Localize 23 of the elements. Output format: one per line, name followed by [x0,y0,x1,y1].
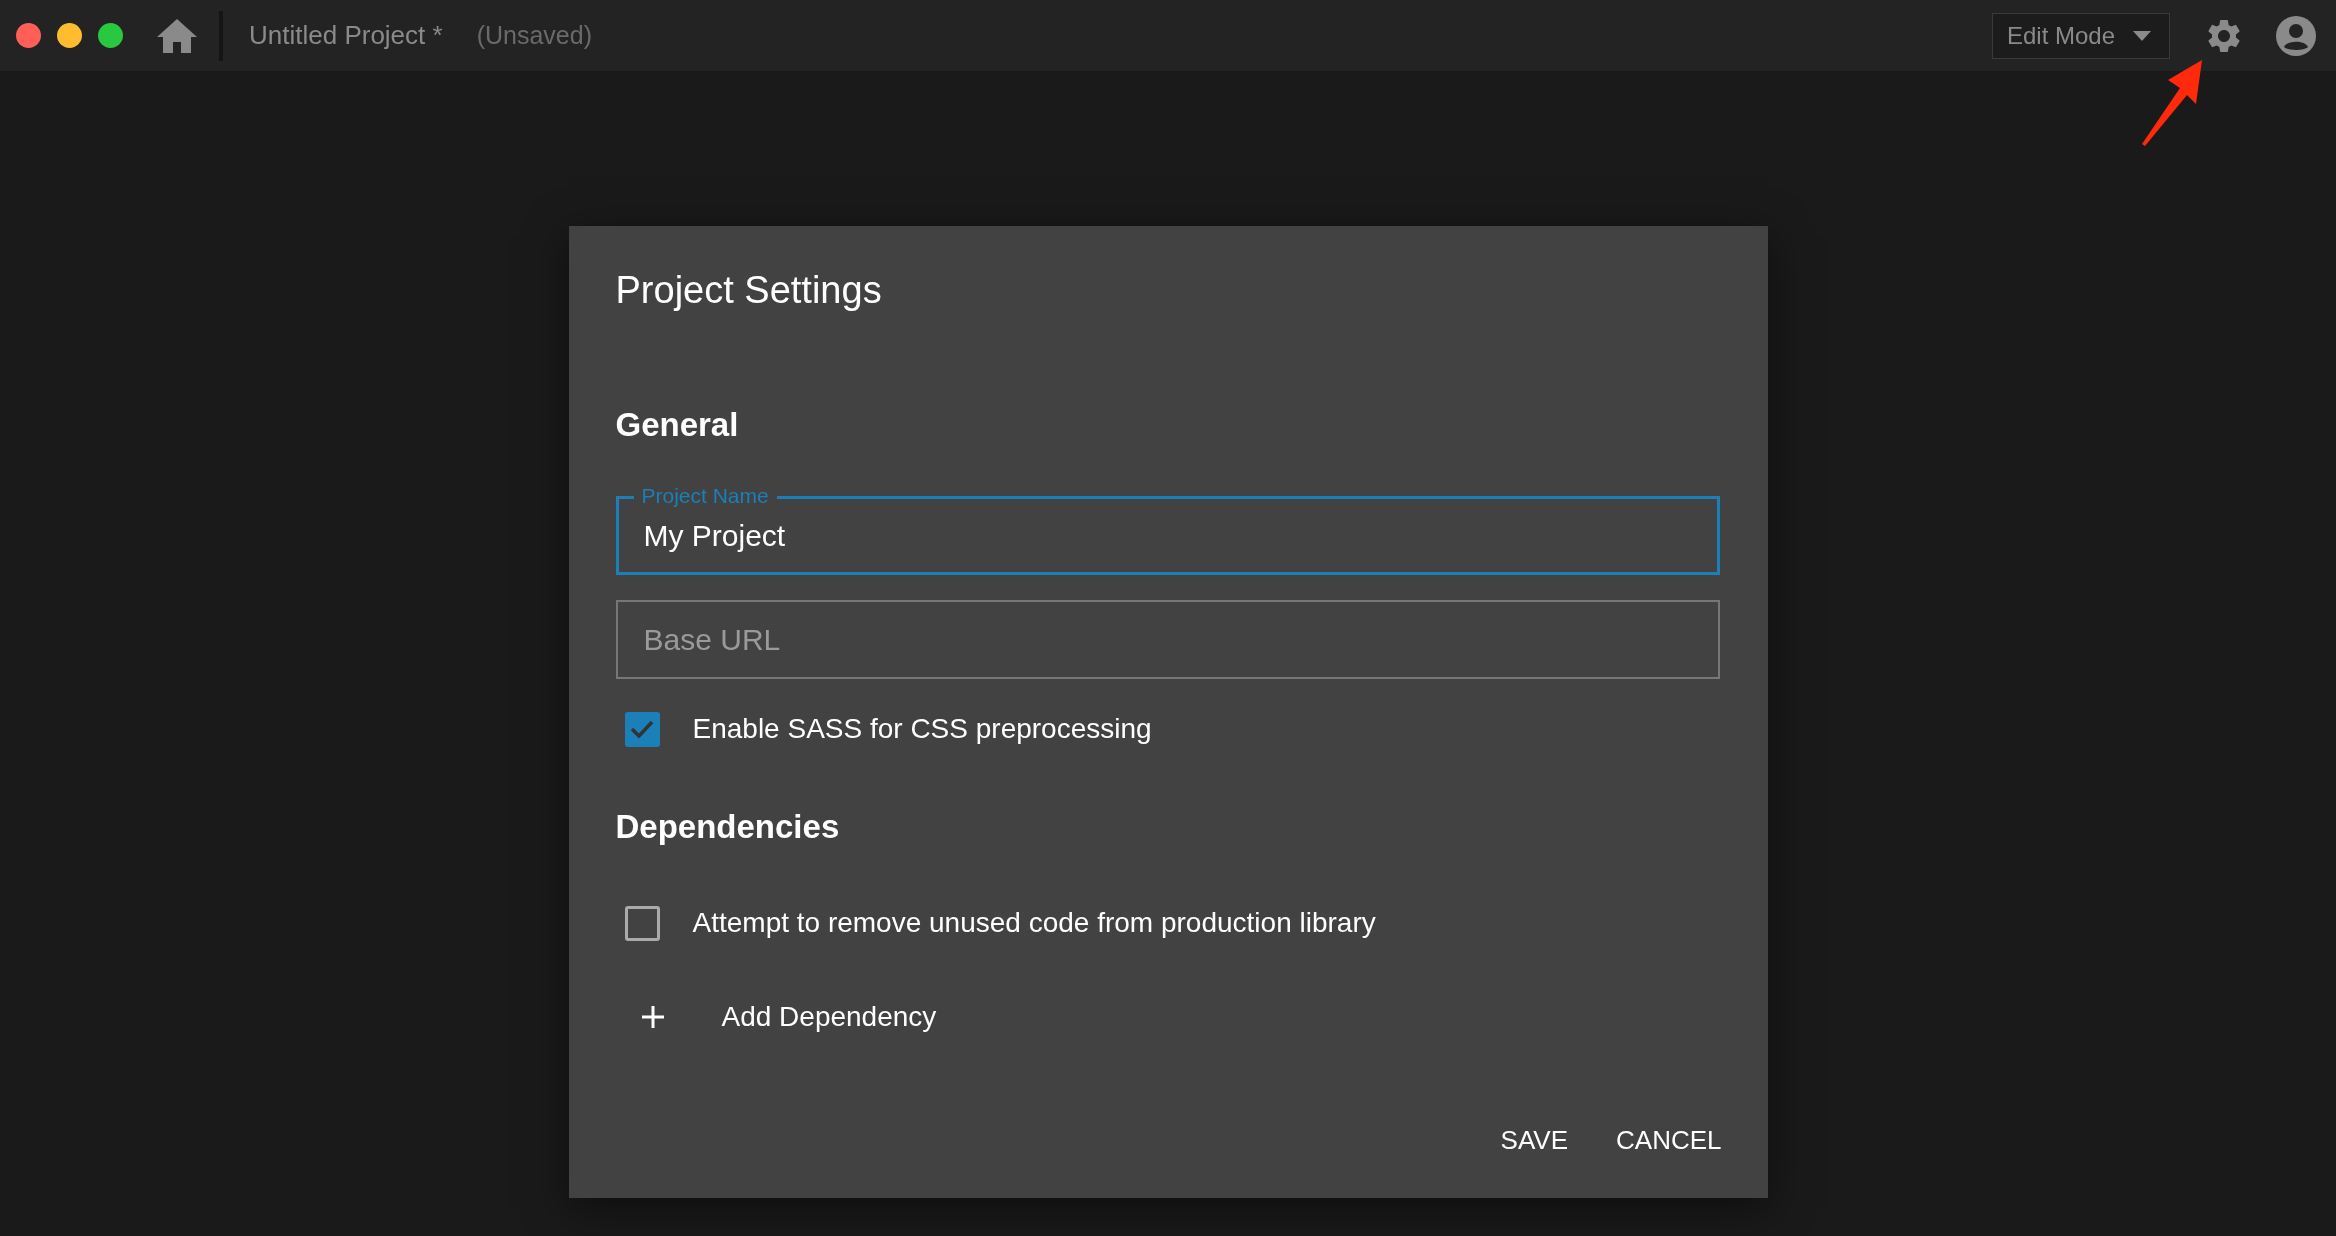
plus-icon [641,1006,664,1028]
checkmark-icon [630,720,654,738]
checkbox-label: Enable SASS for CSS preprocessing [692,712,1152,746]
checkbox[interactable] [624,711,660,747]
caret-icon [2133,30,2151,41]
minimize-button[interactable] [57,23,82,48]
account-icon[interactable] [2276,15,2316,56]
add-dependency-button[interactable]: Add Dependency [615,997,937,1037]
project-title: Untitled Project * [249,19,443,52]
dialog-title: Project Settings [615,268,883,313]
save-status: (Unsaved) [476,19,592,51]
field-label: Project Name [633,485,777,507]
cancel-button[interactable]: CANCEL [1602,1113,1736,1168]
home-icon[interactable] [157,18,197,53]
checkbox-label: Attempt to remove unused code from production library [692,906,1376,940]
mode-dropdown[interactable]: Edit Mode [1991,12,2170,59]
section-heading: Dependencies [615,807,841,847]
zoom-button[interactable] [98,23,123,48]
text-field[interactable]: Base URL [615,600,1720,679]
section-heading: General [615,405,740,445]
checkbox[interactable] [624,905,660,941]
save-button[interactable]: SAVE [1486,1113,1582,1168]
close-button[interactable] [16,23,41,48]
